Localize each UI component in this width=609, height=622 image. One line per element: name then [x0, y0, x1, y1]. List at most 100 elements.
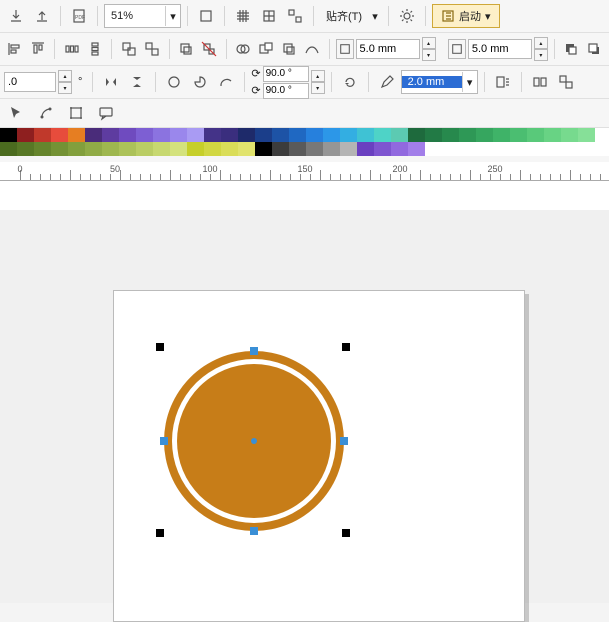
handle-tr[interactable] [342, 343, 350, 351]
color-swatch[interactable] [306, 142, 323, 156]
color-swatch[interactable] [544, 128, 561, 142]
export-icon[interactable] [30, 4, 54, 28]
color-swatch[interactable] [340, 142, 357, 156]
color-swatch[interactable] [238, 128, 255, 142]
zoom-combo[interactable]: 51% ▾ [104, 4, 181, 28]
color-swatch[interactable] [0, 128, 17, 142]
color-swatch[interactable] [255, 128, 272, 142]
color-swatch[interactable] [221, 142, 238, 156]
color-swatch[interactable] [17, 142, 34, 156]
color-swatch[interactable] [0, 142, 17, 156]
color-swatch[interactable] [391, 128, 408, 142]
simplify-icon[interactable] [302, 37, 323, 61]
color-swatch[interactable] [153, 142, 170, 156]
canvas-area[interactable] [0, 210, 609, 603]
color-swatch[interactable] [289, 128, 306, 142]
color-swatch[interactable] [102, 128, 119, 142]
outline-width-value[interactable]: 2.0 mm [402, 76, 462, 88]
outline-pen-icon[interactable] [375, 70, 399, 94]
snap-guides-icon[interactable] [257, 4, 281, 28]
color-swatch[interactable] [391, 142, 408, 156]
spacing-box-b[interactable] [448, 39, 466, 59]
intersect-icon[interactable] [279, 37, 300, 61]
color-swatch[interactable] [170, 128, 187, 142]
handle-bm[interactable] [250, 527, 258, 535]
combine-icon[interactable] [175, 37, 196, 61]
dim-b-input[interactable] [468, 39, 532, 59]
chevron-down-icon[interactable]: ▾ [368, 6, 382, 26]
color-swatch[interactable] [238, 142, 255, 156]
handle-tm[interactable] [250, 347, 258, 355]
color-swatch[interactable] [408, 142, 425, 156]
color-swatch[interactable] [204, 142, 221, 156]
ungroup-icon[interactable] [141, 37, 162, 61]
color-swatch[interactable] [476, 128, 493, 142]
color-swatch[interactable] [408, 128, 425, 142]
order-front-icon[interactable] [561, 37, 582, 61]
color-swatch[interactable] [459, 128, 476, 142]
comment-icon[interactable] [94, 101, 118, 125]
pie-tool-icon[interactable] [188, 70, 212, 94]
color-swatch[interactable] [374, 128, 391, 142]
color-swatch[interactable] [561, 128, 578, 142]
color-swatch[interactable] [119, 128, 136, 142]
color-swatch[interactable] [102, 142, 119, 156]
color-swatch[interactable] [425, 128, 442, 142]
color-swatch[interactable] [272, 142, 289, 156]
snap-grid-icon[interactable] [231, 4, 255, 28]
break-icon[interactable] [199, 37, 220, 61]
node-edit-icon[interactable] [34, 101, 58, 125]
ellipse-tool-icon[interactable] [162, 70, 186, 94]
wrap-text-icon[interactable] [491, 70, 515, 94]
color-swatch[interactable] [323, 142, 340, 156]
color-swatch[interactable] [578, 128, 595, 142]
color-swatch[interactable] [170, 142, 187, 156]
color-swatch[interactable] [357, 142, 374, 156]
align-dropdown[interactable]: 贴齐(T) ▾ [320, 5, 382, 27]
color-swatch[interactable] [306, 128, 323, 142]
weld-icon[interactable] [233, 37, 254, 61]
spacing-box-a[interactable] [336, 39, 354, 59]
pdf-icon[interactable]: PDF [67, 4, 91, 28]
launch-button[interactable]: 启动 ▾ [432, 4, 500, 28]
color-swatch[interactable] [255, 142, 272, 156]
outline-width-combo[interactable]: 2.0 mm ▾ [401, 70, 478, 94]
color-swatch[interactable] [68, 142, 85, 156]
convert-b-icon[interactable] [554, 70, 578, 94]
color-swatch[interactable] [510, 128, 527, 142]
order-back-icon[interactable] [584, 37, 605, 61]
color-swatch[interactable] [136, 142, 153, 156]
dim-a-spinner[interactable]: ▴▾ [422, 37, 436, 61]
color-swatch[interactable] [119, 142, 136, 156]
dim-a-input[interactable] [356, 39, 420, 59]
color-swatch[interactable] [85, 128, 102, 142]
chevron-down-icon[interactable]: ▾ [462, 72, 477, 92]
handle-br[interactable] [342, 529, 350, 537]
handle-ml[interactable] [160, 437, 168, 445]
color-swatch[interactable] [442, 128, 459, 142]
color-swatch[interactable] [34, 128, 51, 142]
chevron-down-icon[interactable]: ▾ [165, 6, 180, 26]
color-swatch[interactable] [85, 142, 102, 156]
selection-center[interactable] [251, 438, 257, 444]
group-icon[interactable] [118, 37, 139, 61]
color-swatch[interactable] [153, 128, 170, 142]
color-swatch[interactable] [357, 128, 374, 142]
transform-icon[interactable] [64, 101, 88, 125]
distribute-v-icon[interactable] [84, 37, 105, 61]
align-left-icon[interactable] [4, 37, 25, 61]
color-swatch[interactable] [187, 142, 204, 156]
color-swatch[interactable] [289, 142, 306, 156]
color-swatch[interactable] [221, 128, 238, 142]
handle-tl[interactable] [156, 343, 164, 351]
trim-icon[interactable] [256, 37, 277, 61]
angle-a-input[interactable] [263, 66, 309, 82]
color-swatch[interactable] [323, 128, 340, 142]
arc-tool-icon[interactable] [214, 70, 238, 94]
color-swatch[interactable] [34, 142, 51, 156]
rotate-direction-icon[interactable] [338, 70, 362, 94]
color-swatch[interactable] [527, 128, 544, 142]
color-swatch[interactable] [340, 128, 357, 142]
import-icon[interactable] [4, 4, 28, 28]
color-swatch[interactable] [374, 142, 391, 156]
